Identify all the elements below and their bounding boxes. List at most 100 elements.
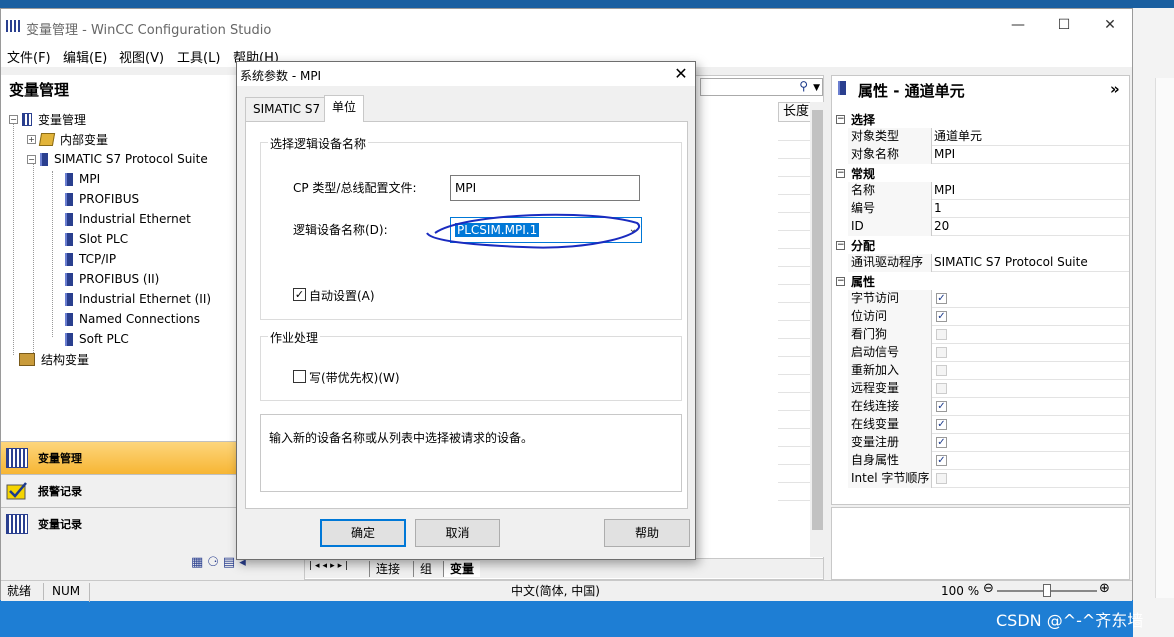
tab-simatic-s7[interactable]: SIMATIC S7 [245, 97, 329, 121]
zoom-slider-thumb[interactable] [1043, 584, 1051, 597]
system-parameters-dialog: 系统参数 - MPI ✕ SIMATIC S7 单位 选择逻辑设备名称 CP 类… [236, 61, 696, 560]
tree-item-internal-tags[interactable]: + 内部变量 [27, 130, 108, 148]
hint-box: 输入新的设备名称或从列表中选择被请求的设备。 [260, 414, 682, 492]
prop-rejoin[interactable]: 重新加入 [848, 362, 1129, 380]
tree-item-industrial-ethernet[interactable]: Industrial Ethernet [65, 210, 191, 228]
checkbox[interactable] [936, 383, 947, 394]
hand-drawn-annotation [426, 213, 640, 249]
tree-item-industrial-ethernet-ii[interactable]: Industrial Ethernet (II) [65, 290, 211, 308]
tree-item-profibus[interactable]: PROFIBUS [65, 190, 139, 208]
panel-title: 变量管理 [9, 81, 70, 99]
expand-panel-icon[interactable]: » [1110, 80, 1120, 98]
checkbox[interactable]: ✓ [936, 311, 947, 322]
menu-view[interactable]: 视图(V) [119, 47, 164, 66]
prop-own-properties[interactable]: 自身属性 ✓ [848, 452, 1129, 470]
menu-tools[interactable]: 工具(L) [177, 47, 220, 66]
prop-byte-access[interactable]: 字节访问 ✓ [848, 290, 1129, 308]
ok-button[interactable]: 确定 [320, 519, 406, 547]
hint-text: 输入新的设备名称或从列表中选择被请求的设备。 [269, 431, 534, 445]
tree-item-slot-plc[interactable]: Slot PLC [65, 230, 128, 248]
menu-file[interactable]: 文件(F) [7, 47, 51, 66]
tree-item-s7-protocol-suite[interactable]: − SIMATIC S7 Protocol Suite [27, 150, 208, 168]
prop-online-tags[interactable]: 在线变量 ✓ [848, 416, 1129, 434]
status-ready: 就绪 [7, 584, 32, 598]
checkbox[interactable]: ✓ [936, 437, 947, 448]
desktop-background [0, 0, 1174, 8]
tab-navigation-arrows[interactable]: |◂◂▸▸| [309, 561, 351, 571]
prop-driver[interactable]: 通讯驱动程序 SIMATIC S7 Protocol Suite [848, 254, 1129, 272]
channel-icon [65, 312, 73, 326]
zoom-in-icon[interactable]: ⊕ [1099, 581, 1110, 598]
cp-type-label: CP 类型/总线配置文件: [293, 181, 417, 195]
tree-item-soft-plc[interactable]: Soft PLC [65, 330, 129, 348]
section-general[interactable]: − 常规 [832, 164, 1129, 182]
help-button[interactable]: 帮助 [604, 519, 690, 547]
write-priority-label: 写(带优先权)(W) [309, 371, 400, 385]
expand-icon[interactable]: + [27, 134, 36, 144]
tab-tags[interactable]: 变量 [443, 561, 481, 577]
checkbox[interactable]: ✓ [936, 293, 947, 304]
checkbox[interactable]: ✓ [936, 455, 947, 466]
search-icon: ⚲ [799, 79, 808, 93]
auto-setting-checkbox[interactable]: ✓ [293, 288, 306, 301]
tree-item-structure-tags[interactable]: 结构变量 [19, 350, 89, 368]
tab-groups[interactable]: 组 [413, 561, 438, 577]
tab-connections[interactable]: 连接 [369, 561, 406, 577]
checkbox[interactable]: ✓ [936, 419, 947, 430]
vertical-scrollbar[interactable] [810, 102, 825, 557]
cp-type-field[interactable]: MPI [450, 175, 640, 201]
tree-item-profibus-ii[interactable]: PROFIBUS (II) [65, 270, 159, 288]
section-assignment[interactable]: − 分配 [832, 236, 1129, 254]
checkbox[interactable]: ✓ [936, 401, 947, 412]
prop-id[interactable]: ID 20 [848, 218, 1129, 236]
tree-item-mpi[interactable]: MPI [65, 170, 100, 188]
nav-tag-management[interactable]: 变量管理 [1, 441, 239, 474]
app-icon [6, 20, 20, 32]
checkbox[interactable] [936, 365, 947, 376]
write-priority-checkbox[interactable] [293, 370, 306, 383]
search-input[interactable]: ⚲ ▼ [700, 78, 823, 96]
prop-number[interactable]: 编号 1 [848, 200, 1129, 218]
prop-start-signal[interactable]: 启动信号 [848, 344, 1129, 362]
logical-device-label: 逻辑设备名称(D): [293, 223, 388, 237]
section-attributes[interactable]: − 属性 [832, 272, 1129, 290]
maximize-button[interactable]: ☐ [1041, 9, 1087, 41]
prop-remote-tags[interactable]: 远程变量 [848, 380, 1129, 398]
zoom-out-icon[interactable]: ⊖ [983, 581, 994, 598]
tag-logging-icon [6, 514, 28, 534]
tag-management-icon [22, 112, 32, 126]
checkbox[interactable] [936, 347, 947, 358]
checkbox[interactable] [936, 329, 947, 340]
channel-icon [65, 292, 73, 306]
cancel-button[interactable]: 取消 [415, 519, 500, 547]
minimize-button[interactable]: — [995, 9, 1041, 41]
dialog-close-button[interactable]: ✕ [667, 62, 695, 86]
prop-tag-registration[interactable]: 变量注册 ✓ [848, 434, 1129, 452]
nav-tag-logging[interactable]: 变量记录 [1, 507, 239, 540]
collapse-icon[interactable]: − [27, 154, 36, 164]
dropdown-arrow-icon[interactable]: ▼ [813, 79, 820, 97]
prop-intel-byte-order[interactable]: Intel 字节顺序 [848, 470, 1129, 488]
channel-icon [65, 232, 73, 246]
prop-bit-access[interactable]: 位访问 ✓ [848, 308, 1129, 326]
prop-name[interactable]: 名称 MPI [848, 182, 1129, 200]
window-title: 变量管理 - WinCC Configuration Studio [26, 23, 272, 38]
tab-page-unit: 选择逻辑设备名称 CP 类型/总线配置文件: MPI 逻辑设备名称(D): PL… [245, 121, 688, 509]
internal-tags-icon [38, 132, 56, 146]
nav-alarm-logging[interactable]: 报警记录 [1, 474, 239, 507]
checkbox[interactable] [936, 473, 947, 484]
channel-icon [65, 212, 73, 226]
collapse-icon[interactable]: − [9, 114, 18, 124]
section-selection[interactable]: − 选择 [832, 110, 1129, 128]
dialog-title-bar: 系统参数 - MPI ✕ [237, 62, 695, 86]
tab-unit[interactable]: 单位 [324, 95, 365, 122]
prop-online-connection[interactable]: 在线连接 ✓ [848, 398, 1129, 416]
tree-item-tcpip[interactable]: TCP/IP [65, 250, 116, 268]
tree-item-tag-management[interactable]: − 变量管理 [9, 110, 86, 128]
close-button[interactable]: ✕ [1087, 9, 1133, 41]
prop-watchdog[interactable]: 看门狗 [848, 326, 1129, 344]
auto-setting-label: 自动设置(A) [309, 289, 375, 303]
scrollbar-thumb[interactable] [812, 110, 823, 530]
tree-item-named-connections[interactable]: Named Connections [65, 310, 200, 328]
menu-edit[interactable]: 编辑(E) [63, 47, 107, 66]
